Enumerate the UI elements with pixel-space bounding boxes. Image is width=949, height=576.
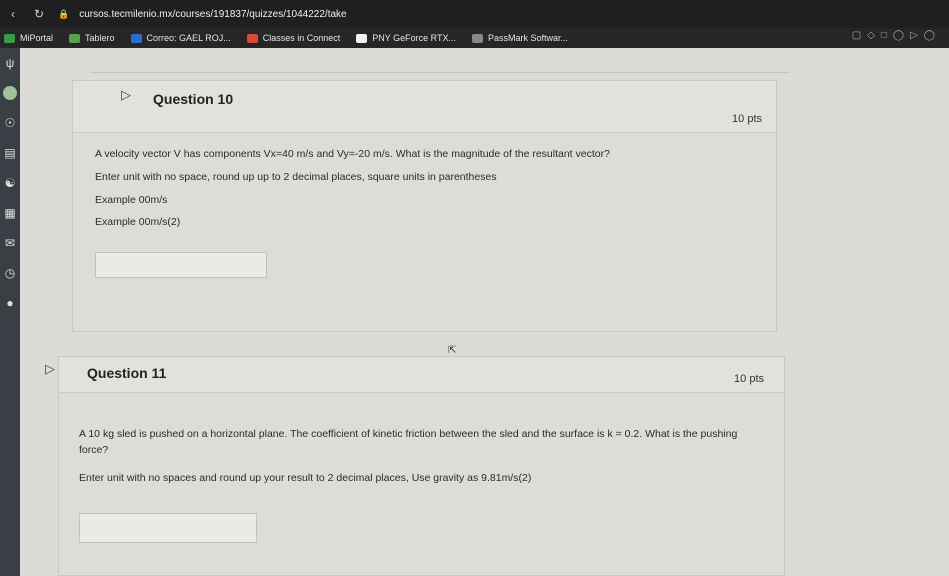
outlook-icon xyxy=(130,33,142,43)
question-10: ▷ Question 10 10 pts A velocity vector V… xyxy=(72,80,777,332)
bookmark-label: Tablero xyxy=(85,33,115,43)
question-title: Question 10 xyxy=(153,91,234,107)
answer-input[interactable] xyxy=(79,513,257,544)
bookmarks-bar: MiPortal Tablero Correo: GAEL ROJ... Cla… xyxy=(0,28,949,48)
inbox-icon[interactable]: ✉ xyxy=(0,228,20,258)
browser-toolbar: ‹ ↻ 🔒 cursos.tecmilenio.mx/courses/19183… xyxy=(0,0,949,28)
logo-icon[interactable]: ψ xyxy=(0,48,20,78)
address-bar[interactable]: cursos.tecmilenio.mx/courses/191837/quiz… xyxy=(79,9,346,20)
bookmark-label: Classes in Connect xyxy=(262,33,341,43)
calendar-icon[interactable]: ▦ xyxy=(0,198,20,228)
courses-icon[interactable]: ▤ xyxy=(0,138,20,168)
question-text: A 10 kg sled is pushed on a horizontal p… xyxy=(79,428,738,456)
bookmark-correo[interactable]: Correo: GAEL ROJ... xyxy=(130,33,231,43)
lock-icon: 🔒 xyxy=(58,8,70,19)
question-header: ▷ Question 10 10 pts xyxy=(73,81,776,133)
miportal-icon xyxy=(4,33,15,43)
help-icon[interactable]: ● xyxy=(0,288,20,318)
question-instructions: Enter unit with no spaces and round up y… xyxy=(79,471,532,484)
question-points: 10 pts xyxy=(734,373,764,385)
dashboard-icon[interactable]: ☉ xyxy=(0,108,20,138)
question-points: 10 pts xyxy=(732,113,762,125)
flag-question-icon[interactable]: ▷ xyxy=(121,87,131,103)
lms-global-nav: ψ ☉ ▤ ☯ ▦ ✉ ◷ ● xyxy=(0,48,20,576)
answer-input[interactable] xyxy=(95,252,267,278)
question-example: Example 00m/s(2) xyxy=(95,216,181,229)
question-11: ▷ Question 11 10 pts A 10 kg sled is pus… xyxy=(45,356,785,576)
flag-question-icon[interactable]: ▷ xyxy=(45,361,55,377)
question-text: A velocity vector V has components Vx=40… xyxy=(95,148,610,160)
bookmark-label: MiPortal xyxy=(20,33,54,43)
question-body: A velocity vector V has components Vx=40… xyxy=(73,133,776,278)
bookmark-pny[interactable]: PNY GeForce RTX... xyxy=(356,33,456,43)
passmark-icon xyxy=(472,33,483,43)
tablero-icon xyxy=(69,33,81,43)
account-avatar[interactable] xyxy=(0,78,20,108)
bookmark-miportal[interactable]: MiPortal xyxy=(4,33,53,43)
mouse-cursor-icon: ⇱ xyxy=(448,345,457,356)
question-instructions: Enter unit with no space, round up up to… xyxy=(95,170,497,183)
bookmark-tablero[interactable]: Tablero xyxy=(69,33,115,43)
question-title: Question 11 xyxy=(87,365,167,381)
quiz-content: ▷ Question 10 10 pts A velocity vector V… xyxy=(20,48,949,576)
history-icon[interactable]: ◷ xyxy=(0,258,20,288)
question-body: A 10 kg sled is pushed on a horizontal p… xyxy=(59,393,784,544)
bookmark-connect[interactable]: Classes in Connect xyxy=(246,33,341,43)
question-example: Example 00m/s xyxy=(95,193,168,206)
bookmark-label: PNY GeForce RTX... xyxy=(372,33,456,43)
reload-icon[interactable]: ↻ xyxy=(26,7,52,21)
groups-icon[interactable]: ☯ xyxy=(0,168,20,198)
divider xyxy=(90,72,790,73)
bookmark-label: Correo: GAEL ROJ... xyxy=(146,33,231,43)
connect-icon xyxy=(246,33,258,43)
extension-icons[interactable]: ▢◇□◯▷◯ xyxy=(852,30,941,41)
pny-icon xyxy=(356,33,368,43)
question-header: ▷ Question 11 10 pts xyxy=(45,357,784,393)
bookmark-label: PassMark Softwar... xyxy=(488,33,569,43)
back-icon[interactable]: ‹ xyxy=(0,7,26,21)
bookmark-passmark[interactable]: PassMark Softwar... xyxy=(472,33,568,43)
